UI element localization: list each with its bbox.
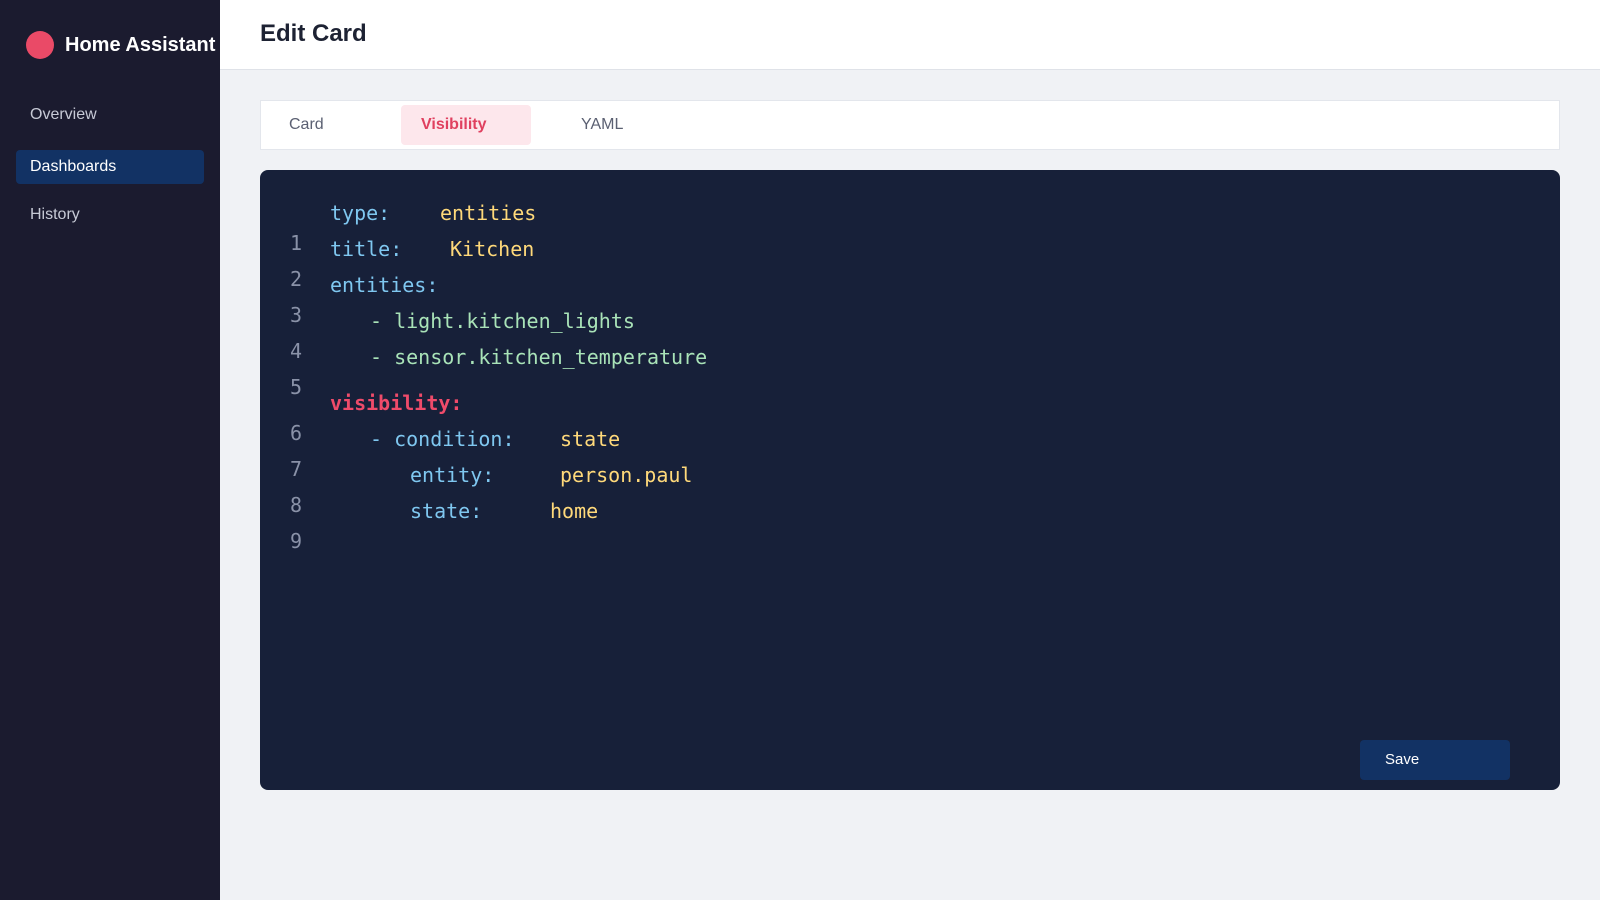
- sidebar-item-overview[interactable]: Overview: [16, 98, 204, 132]
- yaml-key: type:: [330, 201, 391, 225]
- yaml-key: state:: [410, 499, 483, 523]
- line-number: 9: [290, 529, 303, 553]
- app-name: Home Assistant: [65, 33, 216, 56]
- tab-yaml[interactable]: YAML: [551, 105, 661, 145]
- code-line: 9 state: home: [260, 496, 598, 553]
- save-button[interactable]: Save: [1360, 740, 1510, 780]
- code-line: 7 - condition: state: [260, 424, 620, 481]
- logo-icon: [26, 31, 54, 59]
- yaml-value: state: [560, 427, 621, 451]
- code-line: 8 entity: person.paul: [260, 460, 692, 517]
- page-title: Edit Card: [260, 20, 367, 47]
- code-line: 4 - light.kitchen_lights: [260, 306, 635, 363]
- code-line: 2 title: Kitchen: [260, 234, 534, 291]
- yaml-key: title:: [330, 237, 403, 261]
- code-line: 6 visibility:: [260, 388, 462, 445]
- brand: Home Assistant: [26, 31, 215, 59]
- sidebar-item-dashboards[interactable]: Dashboards: [16, 150, 204, 184]
- yaml-key: entities:: [330, 273, 439, 297]
- tab-bar: Card Visibility YAML: [260, 100, 1560, 150]
- yaml-value: person.paul: [560, 463, 693, 487]
- yaml-value: home: [550, 499, 599, 523]
- yaml-key-highlighted: visibility:: [330, 391, 463, 415]
- yaml-list-item: - light.kitchen_lights: [370, 309, 635, 333]
- tab-card[interactable]: Card: [271, 105, 381, 145]
- sidebar: Home Assistant Overview Dashboards Histo…: [0, 0, 220, 900]
- code-line: 3 entities:: [260, 270, 438, 327]
- tab-visibility[interactable]: Visibility: [401, 105, 531, 145]
- sidebar-item-history[interactable]: History: [16, 198, 204, 232]
- yaml-value: Kitchen: [450, 237, 535, 261]
- yaml-key: - condition:: [370, 427, 515, 451]
- code-line: 1 type: entities: [260, 198, 536, 255]
- header: Edit Card: [220, 0, 1600, 70]
- yaml-list-item: - sensor.kitchen_temperature: [370, 345, 708, 369]
- yaml-value: entities: [440, 201, 537, 225]
- yaml-editor[interactable]: 1 type: entities 2 title: Kitchen 3 enti…: [260, 170, 1560, 790]
- code-line: 5 - sensor.kitchen_temperature: [260, 342, 707, 399]
- yaml-key: entity:: [410, 463, 495, 487]
